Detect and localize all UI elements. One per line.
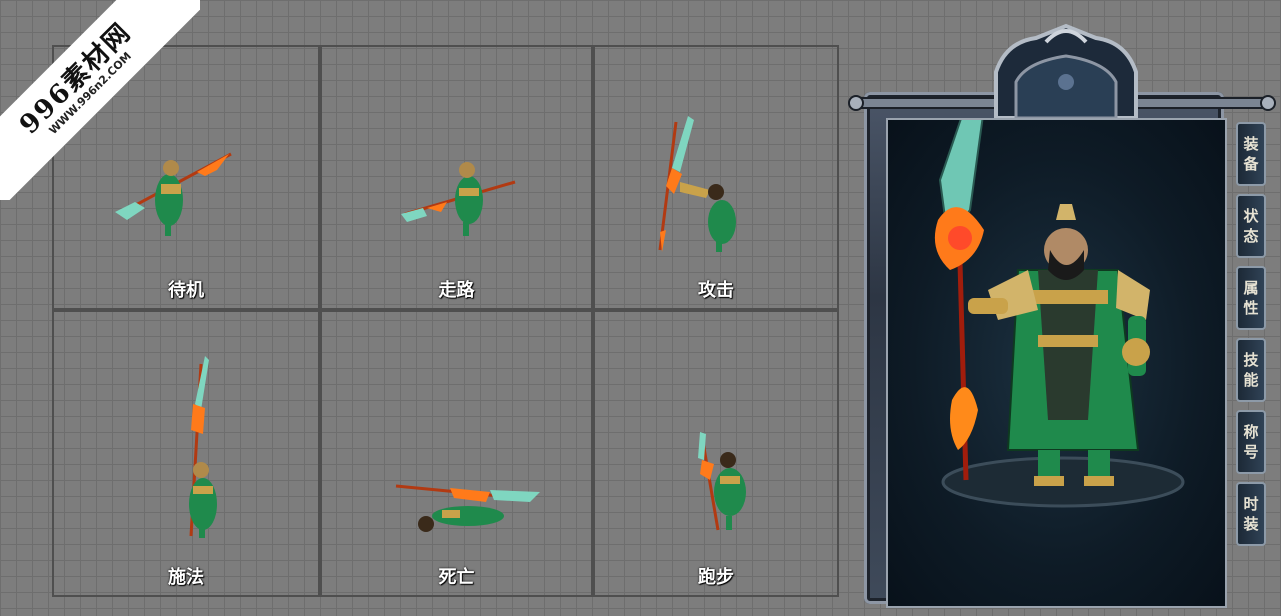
attack-sprite (658, 116, 736, 252)
character-panel: 装备 状态 属性 技能 称号 时装 (846, 22, 1278, 608)
tab-label: 时装 (1243, 495, 1259, 533)
animation-cell-walk[interactable]: 走路 (320, 45, 593, 310)
animation-cell-death[interactable]: 死亡 (320, 310, 593, 597)
tab-equipment[interactable]: 装备 (1236, 122, 1266, 186)
tab-label: 装备 (1243, 135, 1259, 173)
walk-sprite (401, 162, 516, 236)
character-viewport (886, 102, 1227, 608)
tab-status[interactable]: 状态 (1236, 194, 1266, 258)
animation-label: 死亡 (438, 567, 475, 588)
animation-label: 跑步 (698, 567, 734, 588)
run-sprite (698, 432, 746, 531)
panel-crest (994, 23, 1138, 118)
tab-label: 称号 (1243, 423, 1259, 461)
animation-label: 待机 (168, 280, 204, 301)
cast-sprite (189, 356, 217, 538)
tab-label: 技能 (1243, 351, 1259, 389)
animation-cell-attack[interactable]: 攻击 (593, 45, 839, 310)
watermark-main-text: 996素材网 (14, 17, 138, 141)
tab-attributes[interactable]: 属性 (1236, 266, 1266, 330)
watermark-ribbon: 996素材网 WWW.996n2.COM (0, 0, 200, 200)
animation-cell-cast[interactable]: 施法 (52, 310, 320, 597)
watermark: 996素材网 WWW.996n2.COM (0, 0, 200, 200)
character-model (934, 102, 1185, 508)
death-sprite (395, 484, 540, 532)
tab-label: 属性 (1243, 279, 1259, 317)
tab-skills[interactable]: 技能 (1236, 338, 1266, 402)
tab-titles[interactable]: 称号 (1236, 410, 1266, 474)
tab-label: 状态 (1243, 207, 1259, 245)
animation-cell-run[interactable]: 跑步 (593, 310, 839, 597)
animation-label: 施法 (168, 567, 204, 588)
tab-fashion[interactable]: 时装 (1236, 482, 1266, 546)
animation-label: 攻击 (698, 280, 734, 301)
panel-tab-bar: 装备 状态 属性 技能 称号 时装 (1236, 122, 1270, 554)
animation-label: 走路 (438, 280, 475, 301)
